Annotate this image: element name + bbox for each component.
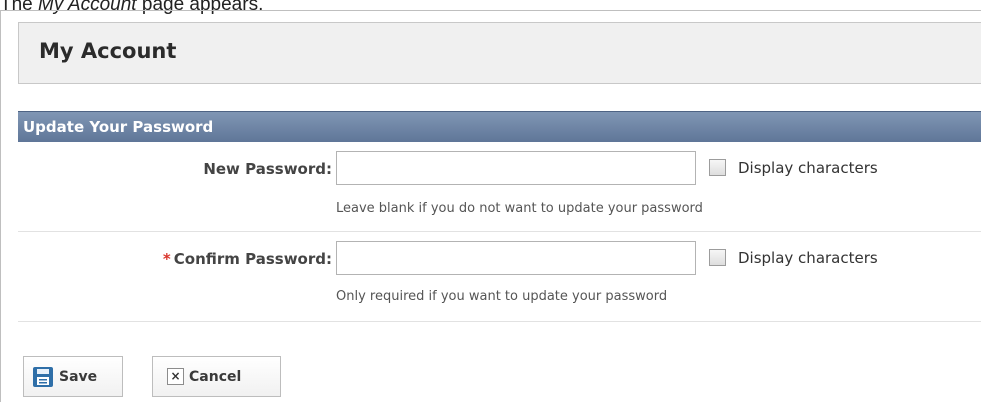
page-title: My Account [39,39,177,63]
required-marker: * [162,250,171,268]
confirm-password-hint: Only required if you want to update your… [336,289,668,304]
confirm-password-label-text: Confirm Password: [173,250,332,268]
new-password-label: New Password: [203,160,332,178]
new-password-input[interactable] [336,151,696,185]
save-button-label: Save [59,368,98,385]
confirm-password-input[interactable] [336,241,696,275]
close-icon: × [167,368,184,385]
new-password-display-checkbox[interactable] [709,159,726,176]
confirm-password-display-checkbox[interactable] [709,249,726,266]
cancel-button[interactable]: × Cancel [152,356,281,397]
confirm-password-label: * Confirm Password: [32,250,332,268]
new-password-display-label[interactable]: Display characters [738,159,878,177]
section-title: Update Your Password [23,118,214,136]
new-password-hint: Leave blank if you do not want to update… [336,201,703,216]
floppy-disk-icon [33,366,53,387]
section-header: Update Your Password [18,111,981,142]
new-password-row: New Password: Display characters Leave b… [18,142,981,232]
row-divider [18,321,981,322]
cancel-button-label: Cancel [189,368,242,385]
page-title-box: My Account [18,22,981,84]
save-button[interactable]: Save [23,356,123,397]
confirm-password-display-label[interactable]: Display characters [738,249,878,267]
confirm-password-row: * Confirm Password: Display characters On… [18,232,981,322]
